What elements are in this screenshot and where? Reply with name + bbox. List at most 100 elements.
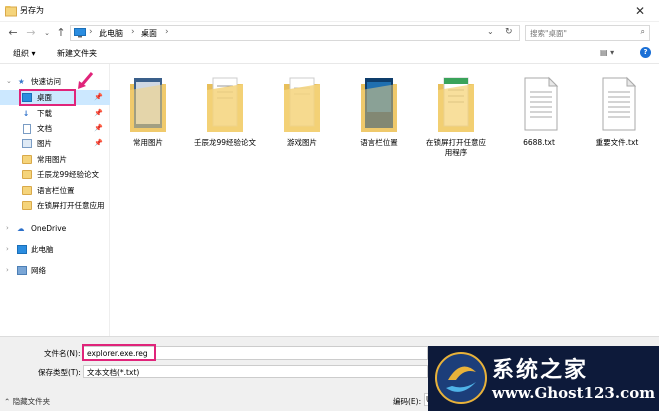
arrow-up-icon: ↑ (56, 26, 66, 39)
pin-icon: 📌 (94, 109, 103, 117)
filetype-select[interactable]: 文本文档(*.txt) (83, 365, 428, 378)
chevron-down-icon: ⌄ (44, 29, 50, 37)
sidebar-item-label: 网络 (31, 266, 46, 275)
recent-locations-button[interactable]: ⌄ (40, 26, 54, 40)
file-item[interactable]: 重要文件.txt (585, 72, 649, 152)
sidebar-item-folder[interactable]: 常用图片 (0, 152, 110, 167)
back-button[interactable]: ← (6, 26, 20, 40)
title-bar: 另存为 ✕ (0, 0, 659, 22)
breadcrumb-separator-icon: › (131, 27, 135, 37)
hide-folders-label: 隐藏文件夹 (12, 397, 51, 406)
sidebar-item-label: 语言栏位置 (37, 186, 75, 195)
chevron-right-icon: › (6, 266, 9, 274)
folder-icon (361, 78, 397, 132)
folder-item[interactable]: 在锁屏打开任意应用程序 (424, 72, 488, 157)
text-file-icon (524, 76, 559, 131)
folder-item[interactable]: 语言栏位置 (347, 72, 411, 152)
folder-item[interactable]: 游戏图片 (270, 72, 334, 152)
pictures-icon (22, 139, 32, 148)
sidebar-item-label: 文档 (37, 124, 52, 133)
refresh-icon[interactable]: ↻ (505, 27, 513, 37)
sidebar-item-onedrive[interactable]: › ☁ OneDrive (0, 221, 110, 236)
up-button[interactable]: ↑ (54, 26, 68, 40)
download-icon: ↓ (23, 109, 30, 118)
highlight-box (82, 344, 156, 361)
text-file-icon (602, 76, 637, 131)
file-label: 在锁屏打开任意应用程序 (426, 138, 486, 157)
search-box[interactable]: ⌕ (525, 25, 650, 41)
navigation-bar: ← → ⌄ ↑ › 此电脑 › 桌面 › ⌄ ↻ ⌕ (0, 22, 659, 44)
organize-button[interactable]: 组织 ▾ (13, 48, 36, 59)
sidebar-item-label: 壬辰龙99经验论文 (37, 170, 100, 179)
highlight-box (19, 89, 76, 106)
command-toolbar: 组织 ▾ 新建文件夹 ▤ ▾ ? (0, 44, 659, 64)
filetype-label: 保存类型(T): (38, 368, 81, 377)
hide-folders-button[interactable]: ⌃ 隐藏文件夹 (4, 396, 50, 407)
address-bar[interactable]: › 此电脑 › 桌面 › ⌄ ↻ (70, 25, 520, 41)
breadcrumb-desktop[interactable]: 桌面 (141, 28, 157, 39)
sidebar-item-folder[interactable]: 壬辰龙99经验论文 (0, 167, 110, 182)
star-icon: ★ (18, 77, 25, 86)
pin-icon: 📌 (94, 93, 103, 101)
sidebar-item-network[interactable]: › 网络 (0, 263, 110, 278)
filetype-value: 文本文档(*.txt) (87, 368, 140, 377)
computer-icon (74, 28, 86, 38)
address-dropdown-icon[interactable]: ⌄ (487, 27, 494, 36)
arrow-left-icon: ← (8, 26, 18, 39)
folder-icon (22, 201, 32, 210)
pin-icon: 📌 (94, 139, 103, 147)
sidebar-item-folder[interactable]: 在锁屏打开任意应用 (0, 198, 110, 213)
network-icon (17, 266, 27, 275)
chevron-down-icon: ⌄ (6, 77, 12, 85)
arrow-right-icon: → (26, 26, 36, 39)
folder-icon (438, 77, 474, 132)
sidebar-item-pictures[interactable]: 图片 📌 (0, 136, 110, 151)
filename-label: 文件名(N): (44, 349, 81, 358)
sidebar-item-label: OneDrive (31, 224, 67, 233)
sidebar-item-label: 下载 (37, 109, 52, 118)
breadcrumb-separator-icon: › (89, 27, 93, 37)
file-label: 语言栏位置 (360, 138, 398, 147)
folder-icon (130, 78, 166, 132)
cloud-icon: ☁ (17, 224, 25, 233)
breadcrumb-this-pc[interactable]: 此电脑 (99, 28, 123, 39)
new-folder-button[interactable]: 新建文件夹 (57, 48, 97, 59)
file-label: 常用图片 (133, 138, 163, 147)
file-label: 6688.txt (523, 138, 555, 147)
folder-icon (207, 77, 243, 132)
folder-item[interactable]: 常用图片 (116, 72, 180, 152)
annotation-arrow-icon (78, 72, 94, 89)
sidebar-item-downloads[interactable]: ↓ 下载 📌 (0, 106, 110, 121)
close-button[interactable]: ✕ (624, 0, 656, 22)
sidebar-item-folder[interactable]: 语言栏位置 (0, 183, 110, 198)
folder-icon (22, 186, 32, 195)
help-button[interactable]: ? (640, 47, 651, 58)
search-icon: ⌕ (640, 27, 645, 36)
sidebar-item-documents[interactable]: 文档 📌 (0, 121, 110, 136)
folder-icon (284, 77, 320, 132)
file-label: 游戏图片 (287, 138, 317, 147)
watermark-title: 系统之家 (492, 357, 589, 383)
file-label: 壬辰龙99经验论文 (193, 138, 257, 147)
sidebar-item-this-pc[interactable]: › 此电脑 (0, 242, 110, 257)
save-as-icon (5, 6, 17, 17)
document-icon (23, 124, 31, 134)
window-title: 另存为 (20, 6, 44, 15)
folder-item[interactable]: 壬辰龙99经验论文 (193, 72, 257, 152)
folder-icon (22, 170, 32, 179)
sidebar-item-label: 在锁屏打开任意应用 (37, 201, 105, 210)
search-input[interactable] (530, 27, 635, 40)
watermark-logo: 系统之家 www.Ghost123.com (428, 346, 659, 411)
forward-button[interactable]: → (24, 26, 38, 40)
sidebar-item-label: 此电脑 (31, 245, 54, 254)
file-item[interactable]: 6688.txt (507, 72, 571, 152)
sidebar-item-label: 快速访问 (31, 77, 61, 86)
view-options-button[interactable]: ▤ ▾ (600, 48, 614, 57)
logo-icon (435, 352, 487, 404)
chevron-right-icon: › (6, 224, 9, 232)
folder-icon (22, 155, 32, 164)
file-list: 常用图片 壬辰龙99经验论文 游戏图片 语言栏位置 在锁屏打开任意应用程序 66… (111, 64, 659, 336)
computer-icon (17, 245, 27, 254)
chevron-up-icon: ⌃ (4, 397, 11, 406)
file-label: 重要文件.txt (595, 138, 639, 147)
